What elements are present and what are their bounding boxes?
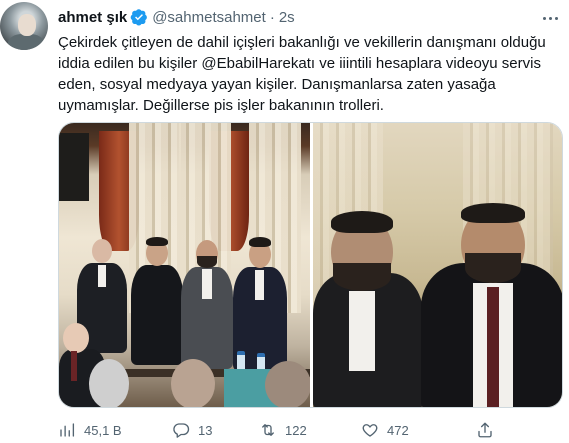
retweet-icon — [262, 424, 274, 436]
person-head-shape — [63, 323, 89, 353]
avatar-body-shape — [8, 34, 44, 50]
views-button[interactable]: 45,1 B — [58, 418, 122, 442]
avatar[interactable] — [0, 2, 48, 50]
person-head-shape — [89, 359, 129, 407]
person-hair-shape — [146, 237, 168, 246]
person-hair-shape — [249, 237, 271, 247]
verified-badge-icon[interactable] — [130, 8, 148, 26]
person-head-shape — [265, 361, 310, 407]
user-handle[interactable]: @sahmetsahmet — [152, 9, 266, 26]
heart-icon — [362, 424, 378, 437]
person-head-shape — [171, 359, 215, 407]
person-beard-shape — [465, 253, 521, 283]
header-separator: · — [269, 8, 275, 26]
tweet-actions: 45,1 B 13 122 472 — [58, 418, 563, 442]
person-beard-shape — [333, 263, 391, 291]
person-head-shape — [92, 239, 112, 263]
tweet-text-line: iddia edilen bu kişiler @EbabilHarekatı … — [58, 55, 541, 72]
person-beard-shape — [197, 256, 217, 268]
person-shirt-shape — [349, 291, 375, 371]
analytics-icon — [60, 423, 75, 437]
avatar-face-shape — [18, 14, 36, 36]
person-suit-shape — [131, 265, 183, 365]
share-button[interactable] — [476, 418, 494, 442]
views-count: 45,1 B — [84, 422, 122, 438]
reply-button[interactable]: 13 — [172, 418, 212, 442]
reply-count: 13 — [198, 422, 213, 438]
tweet-media[interactable] — [58, 122, 563, 408]
display-name[interactable]: ahmet şık — [58, 9, 127, 26]
person-tie-shape — [487, 287, 499, 407]
person-hair-shape — [461, 203, 525, 223]
tweet-text: Çekirdek çitleyen de dahil içişleri baka… — [58, 32, 562, 116]
tweet-header: ahmet şık @sahmetsahmet · 2s — [58, 7, 295, 27]
person-hair-shape — [331, 211, 393, 233]
like-count: 472 — [387, 422, 409, 438]
retweet-count: 122 — [285, 422, 307, 438]
person-shirt-shape — [98, 265, 106, 287]
speaker-shape — [59, 133, 89, 201]
like-button[interactable]: 472 — [361, 418, 409, 442]
tweet-text-line: uymamışlar. Değillerse pis işler bakanın… — [58, 97, 384, 114]
photo-left[interactable] — [59, 123, 310, 407]
tweet[interactable]: ahmet şık @sahmetsahmet · 2s Çekirdek çi… — [0, 0, 569, 443]
retweet-button[interactable]: 122 — [259, 418, 307, 442]
person-shirt-shape — [202, 269, 212, 299]
reply-icon — [173, 423, 190, 438]
more-options-icon[interactable] — [540, 8, 560, 28]
tweet-text-line: Çekirdek çitleyen de dahil içişleri baka… — [58, 34, 546, 51]
person-tie-shape — [71, 351, 77, 381]
share-icon — [478, 422, 492, 438]
person-shirt-shape — [255, 270, 264, 300]
tweet-timestamp[interactable]: 2s — [279, 9, 295, 26]
photo-right[interactable] — [313, 123, 562, 407]
tweet-text-line: eden, sosyal medyaya yayan kişiler. Danı… — [58, 76, 496, 93]
